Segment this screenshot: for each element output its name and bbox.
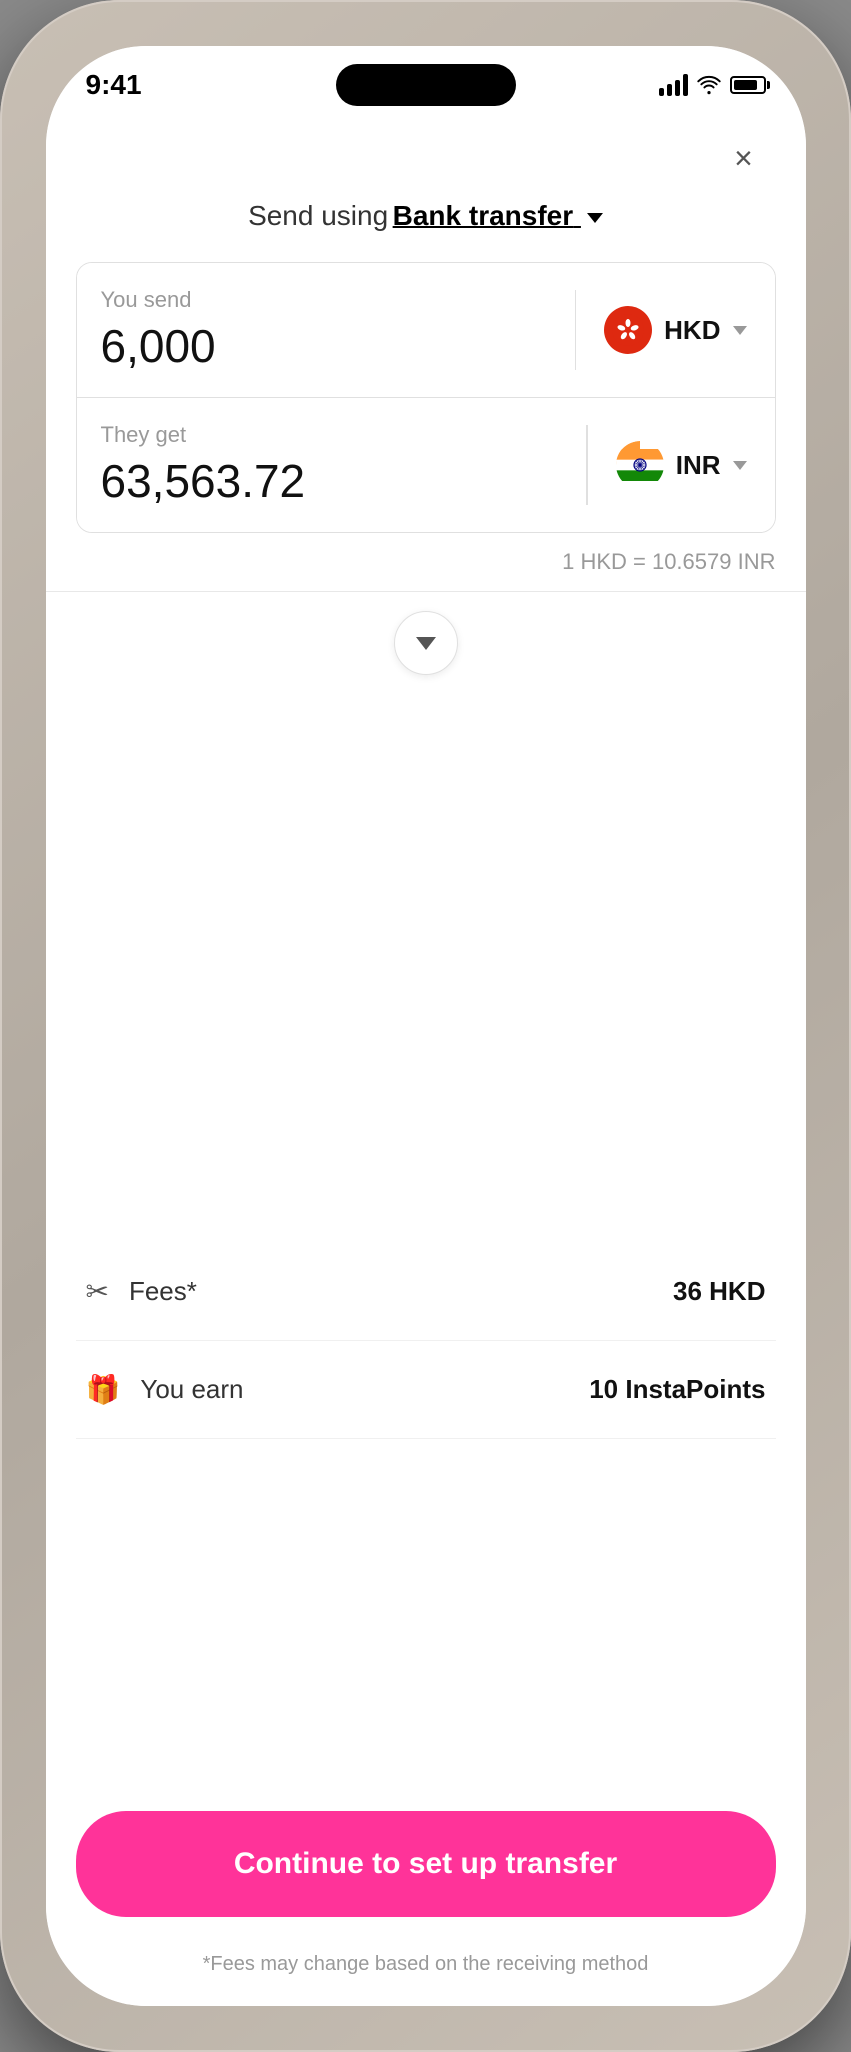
earn-row: 🎁 You earn 10 InstaPoints (76, 1341, 776, 1439)
you-send-row: You send 6,000 (77, 263, 775, 397)
wifi-icon (696, 75, 722, 95)
earn-label: You earn (140, 1374, 243, 1405)
continue-button[interactable]: Continue to set up transfer (76, 1811, 776, 1917)
fees-label: Fees* (129, 1276, 197, 1307)
header: × (46, 126, 806, 200)
they-get-amount[interactable]: 63,563.72 (101, 454, 563, 508)
send-method-prefix: Send using (248, 200, 388, 231)
status-time: 9:41 (86, 69, 142, 101)
spacer (46, 705, 806, 1203)
you-send-amount-section: You send 6,000 (77, 263, 575, 397)
disclaimer-text: *Fees may change based on the receiving … (46, 1937, 806, 2006)
dynamic-island (336, 64, 516, 106)
method-chevron-icon (587, 213, 603, 223)
exchange-rate: 1 HKD = 10.6579 INR (46, 533, 806, 591)
expand-button[interactable] (394, 611, 458, 675)
info-section: ✂ Fees* 36 HKD 🎁 You earn 10 InstaPoints (46, 1203, 806, 1771)
cta-section: Continue to set up transfer (46, 1771, 806, 1937)
expand-chevron-icon (416, 637, 436, 650)
you-send-amount[interactable]: 6,000 (101, 319, 551, 373)
earn-value: 10 InstaPoints (589, 1374, 765, 1405)
india-flag-svg (616, 441, 664, 489)
hkd-flag (604, 306, 652, 354)
hkd-chevron-icon (733, 326, 747, 335)
hkd-flag-svg (612, 314, 644, 346)
fees-left: ✂ Fees* (86, 1275, 197, 1308)
inr-flag (616, 441, 664, 489)
hkd-code: HKD (664, 315, 720, 346)
hkd-currency-selector[interactable]: HKD (576, 282, 774, 378)
earn-left: 🎁 You earn (86, 1373, 244, 1406)
close-icon: × (734, 140, 753, 177)
send-method-label: Bank transfer (393, 200, 574, 231)
currency-cards: You send 6,000 (76, 262, 776, 533)
gift-icon: 🎁 (86, 1373, 121, 1406)
they-get-amount-section: They get 63,563.72 (77, 398, 587, 532)
scissors-icon: ✂ (86, 1275, 109, 1308)
screen-content: × Send using Bank transfer You send 6 (46, 106, 806, 2006)
inr-currency-selector[interactable]: INR (588, 417, 775, 513)
inr-chevron-icon (733, 461, 747, 470)
send-method-section: Send using Bank transfer (46, 200, 806, 262)
fees-value: 36 HKD (673, 1276, 765, 1307)
phone-screen: 9:41 (46, 46, 806, 2006)
status-icons (659, 74, 766, 96)
fees-row: ✂ Fees* 36 HKD (76, 1243, 776, 1341)
signal-bars-icon (659, 74, 688, 96)
send-method-selector[interactable]: Bank transfer (393, 200, 603, 231)
you-send-label: You send (101, 287, 551, 313)
close-button[interactable]: × (722, 136, 766, 180)
phone-frame: 9:41 (0, 0, 851, 2052)
inr-code: INR (676, 450, 721, 481)
expand-section (46, 591, 806, 705)
they-get-label: They get (101, 422, 563, 448)
they-get-row: They get 63,563.72 (77, 397, 775, 532)
battery-icon (730, 76, 766, 94)
